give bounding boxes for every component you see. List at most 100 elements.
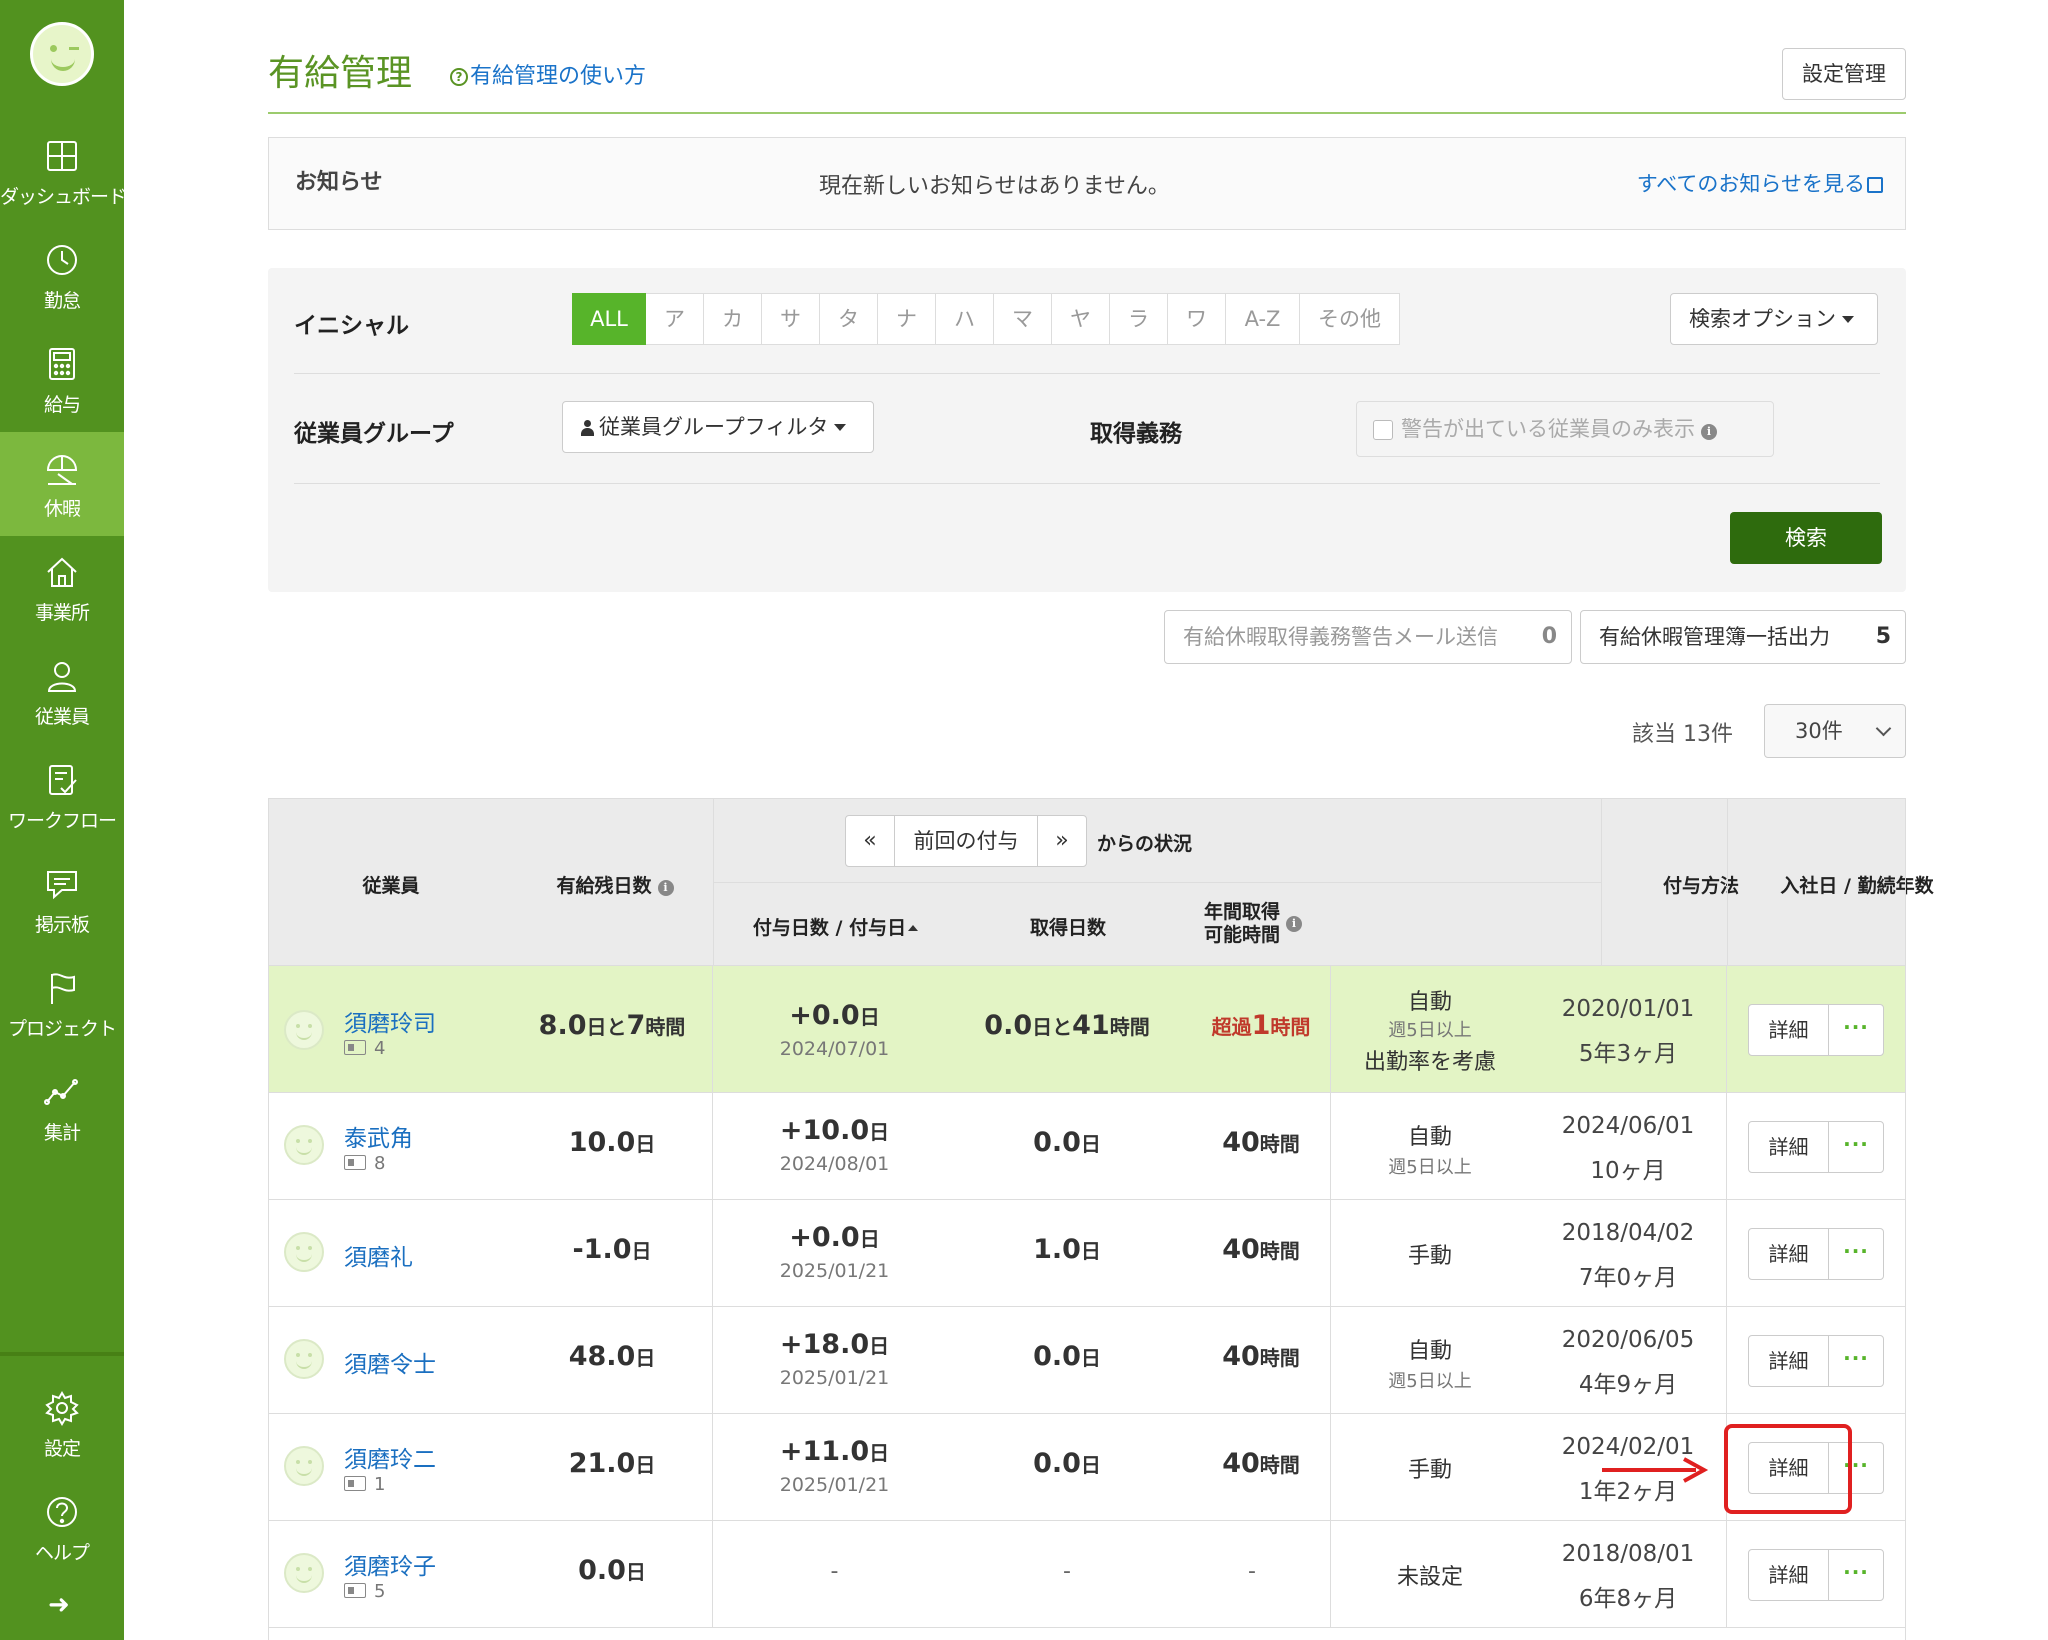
initial-a-z[interactable]: A-Z: [1226, 293, 1300, 345]
employee-name-link[interactable]: 須磨礼: [344, 1238, 413, 1272]
taken-unit2: 時間: [1109, 1015, 1150, 1039]
initial-ra[interactable]: ラ: [1110, 293, 1168, 345]
row-actions: 詳細 ···: [1748, 1121, 1884, 1173]
initial-ta[interactable]: タ: [820, 293, 878, 345]
collapse-arrow-icon[interactable]: ➜: [48, 1590, 70, 1620]
nav-label: 従業員: [34, 706, 90, 728]
sort-ascending-icon: [908, 925, 919, 931]
nav-attendance[interactable]: 勤怠: [0, 224, 124, 328]
nav-label: ワークフロー: [7, 810, 117, 832]
nav-payroll[interactable]: 給与: [0, 328, 124, 432]
col-divider: [713, 799, 714, 967]
detail-button[interactable]: 詳細: [1749, 1122, 1829, 1172]
grant-method-sub: 週5日以上: [1388, 1157, 1472, 1178]
grant-method: 自動: [1407, 990, 1452, 1015]
initial-wa[interactable]: ワ: [1168, 293, 1226, 345]
nav-leave[interactable]: 休暇: [0, 432, 124, 536]
settings-management-button[interactable]: 設定管理: [1782, 48, 1906, 100]
taken-unit: 日: [1080, 1239, 1101, 1263]
next-grant-button[interactable]: »: [1038, 816, 1086, 866]
per-page-select[interactable]: 30件: [1764, 704, 1906, 758]
home-icon: [47, 557, 77, 587]
annual-num: 40: [1222, 1448, 1260, 1479]
taken-days: -: [1063, 1559, 1071, 1584]
detail-button[interactable]: 詳細: [1749, 1005, 1829, 1055]
avatar: [284, 1446, 324, 1486]
initial-all[interactable]: ALL: [572, 293, 646, 345]
nav-board[interactable]: 掲示板: [0, 848, 124, 952]
col-annual: 年間取得 可能時間 i: [1178, 901, 1328, 947]
nav-label: 事業所: [34, 602, 90, 624]
nav-settings[interactable]: 設定: [0, 1372, 124, 1476]
more-options-button[interactable]: ···: [1829, 1336, 1883, 1386]
employee-name-link[interactable]: 須磨玲司: [344, 1004, 436, 1038]
col-grant-label: 付与日数 / 付与日: [752, 917, 907, 939]
remaining-days: 0.0日: [512, 1555, 712, 1586]
initial-na[interactable]: ナ: [878, 293, 936, 345]
warning-only-checkbox[interactable]: 警告が出ている従業員のみ表示 i: [1356, 401, 1774, 457]
nav-help[interactable]: ヘルプ: [0, 1476, 124, 1580]
taken-num: 0.0: [1033, 1448, 1081, 1479]
grant-method: 手動: [1407, 1458, 1452, 1483]
nav-stats[interactable]: 集計: [0, 1056, 124, 1160]
col-remaining: 有給残日数 i: [513, 871, 717, 898]
table-row: 須磨玲子 5 0.0日 - - - 未設定 2018/08/01 6年8ヶ月 詳…: [268, 1521, 1906, 1628]
help-link[interactable]: ? 有給管理の使い方: [450, 58, 646, 90]
remaining-num: 10.0: [568, 1127, 636, 1158]
message-icon: [47, 871, 77, 900]
table-row: 須磨玲司 4 8.0日と7時間 +0.0日 2024/07/01 0.0日と41…: [268, 966, 1906, 1093]
table-border: [268, 798, 269, 1640]
initial-ha[interactable]: ハ: [936, 293, 994, 345]
nav-dashboard[interactable]: ダッシュボード: [0, 120, 127, 224]
checkbox[interactable]: [1373, 420, 1393, 440]
tenure: 10ヶ月: [1590, 1158, 1666, 1184]
remaining-num: 21.0: [568, 1448, 636, 1479]
see-all-notices-link[interactable]: すべてのお知らせを見る: [1637, 168, 1883, 198]
more-options-button[interactable]: ···: [1829, 1005, 1883, 1055]
employee-name-link[interactable]: 泰武角: [344, 1119, 413, 1153]
grant-num: +11.0: [779, 1436, 870, 1467]
search-options-dropdown[interactable]: 検索オプション: [1670, 293, 1878, 345]
grant-method: 自動: [1407, 1125, 1452, 1150]
nav-project[interactable]: プロジェクト: [0, 952, 124, 1056]
initial-ya[interactable]: ヤ: [1052, 293, 1110, 345]
col-divider: [1727, 799, 1728, 967]
col-employee: 従業員: [362, 875, 420, 897]
grant-unit: 日: [859, 1005, 880, 1029]
employee-name-link[interactable]: 須磨玲二: [344, 1440, 436, 1474]
initial-other[interactable]: その他: [1300, 293, 1400, 345]
leave-table: 従業員 有給残日数 i « 前回の付与 » からの状況 付与日数 / 付与日 取得…: [268, 798, 1934, 1640]
detail-button[interactable]: 詳細: [1749, 1229, 1829, 1279]
more-options-button[interactable]: ···: [1829, 1122, 1883, 1172]
nav-label: 給与: [43, 394, 81, 416]
annotation-highlight-box: [1724, 1424, 1852, 1514]
initial-a[interactable]: ア: [646, 293, 704, 345]
prev-grant-button[interactable]: «: [846, 816, 894, 866]
detail-button[interactable]: 詳細: [1749, 1336, 1829, 1386]
ledger-bulk-export-button[interactable]: 有給休暇管理簿一括出力 5: [1580, 610, 1906, 664]
nav-workflow[interactable]: ワークフロー: [0, 744, 124, 848]
employee-group-filter-dropdown[interactable]: 従業員グループフィルタ: [562, 401, 874, 453]
employee-name-link[interactable]: 須磨令士: [344, 1345, 436, 1379]
warning-mail-send-button[interactable]: 有給休暇取得義務警告メール送信 0: [1164, 610, 1572, 664]
nav-office[interactable]: 事業所: [0, 536, 124, 640]
more-options-button[interactable]: ···: [1829, 1550, 1883, 1600]
more-options-button[interactable]: ···: [1829, 1229, 1883, 1279]
annual-num: 40: [1222, 1234, 1260, 1265]
tenure: 7年0ヶ月: [1578, 1265, 1678, 1291]
nav-label: 休暇: [43, 498, 81, 520]
header-sub-divider: [713, 882, 1601, 883]
initial-ma[interactable]: マ: [994, 293, 1052, 345]
hire-date: 2018/08/01: [1561, 1541, 1695, 1567]
nav-employees[interactable]: 従業員: [0, 640, 124, 744]
detail-button[interactable]: 詳細: [1749, 1550, 1829, 1600]
taken-num2: 41: [1072, 1010, 1110, 1041]
col-grant[interactable]: 付与日数 / 付与日: [713, 913, 958, 940]
initial-sa[interactable]: サ: [762, 293, 820, 345]
employee-name-link[interactable]: 須磨玲子: [344, 1547, 436, 1581]
search-button[interactable]: 検索: [1730, 512, 1882, 564]
chart-line-icon: [44, 1079, 78, 1105]
app-logo[interactable]: [30, 22, 94, 86]
initial-ka[interactable]: カ: [704, 293, 762, 345]
annual-hours: 超過1時間: [1177, 1010, 1345, 1041]
